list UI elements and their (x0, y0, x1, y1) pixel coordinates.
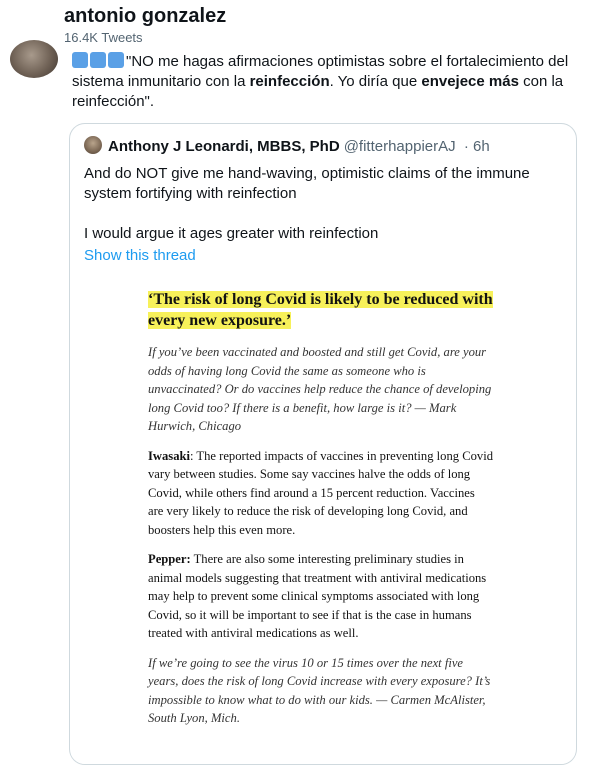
quoted-text-line: I would argue it ages greater with reinf… (84, 225, 379, 242)
profile-header: antonio gonzalez 16.4K Tweets (64, 4, 226, 46)
quoted-tweet[interactable]: Anthony J Leonardi, MBBS, PhD @fitterhapp… (69, 123, 577, 765)
quoted-tweet-time[interactable]: · 6h (464, 138, 490, 155)
reader-question: If you’ve been vaccinated and boosted an… (148, 345, 492, 433)
show-thread-link[interactable]: Show this thread (84, 247, 196, 264)
tweet-text: "NO me hagas afirmaciones optimistas sob… (72, 52, 572, 112)
article-image[interactable]: ‘The risk of long Covid is likely to be … (71, 274, 575, 764)
blue-square-icon (90, 52, 106, 68)
quoted-author-name[interactable]: Anthony J Leonardi, MBBS, PhD (108, 138, 340, 155)
quoted-author-handle[interactable]: @fitterhappierAJ (344, 138, 456, 155)
quoted-tweet-header: Anthony J Leonardi, MBBS, PhD @fitterhapp… (84, 136, 490, 157)
reader-question: If we’re going to see the virus 10 or 15… (148, 655, 491, 726)
quoted-text-line: And do NOT give me hand-waving, optimist… (84, 165, 530, 202)
blue-square-icon (108, 52, 124, 68)
quoted-tweet-text: And do NOT give me hand-waving, optimist… (84, 164, 554, 244)
quoted-avatar[interactable] (84, 136, 102, 154)
profile-name[interactable]: antonio gonzalez (64, 4, 226, 28)
tweet-count: 16.4K Tweets (64, 30, 143, 45)
expert-answer: Pepper: There are also some interesting … (148, 552, 487, 640)
blue-square-icon (72, 52, 88, 68)
tweet-text-part: . Yo diría que (329, 73, 422, 90)
answer-speaker: Pepper: (148, 552, 191, 566)
expert-answer: Iwasaki: The reported impacts of vaccine… (148, 448, 493, 537)
tweet-bold-term: reinfección (249, 73, 330, 90)
tweet-bold-term: envejece más (421, 73, 519, 90)
answer-speaker: Iwasaki (148, 448, 190, 463)
avatar[interactable] (10, 40, 58, 78)
article-headline: ‘The risk of long Covid is likely to be … (148, 291, 493, 329)
article-content: ‘The risk of long Covid is likely to be … (148, 289, 493, 739)
